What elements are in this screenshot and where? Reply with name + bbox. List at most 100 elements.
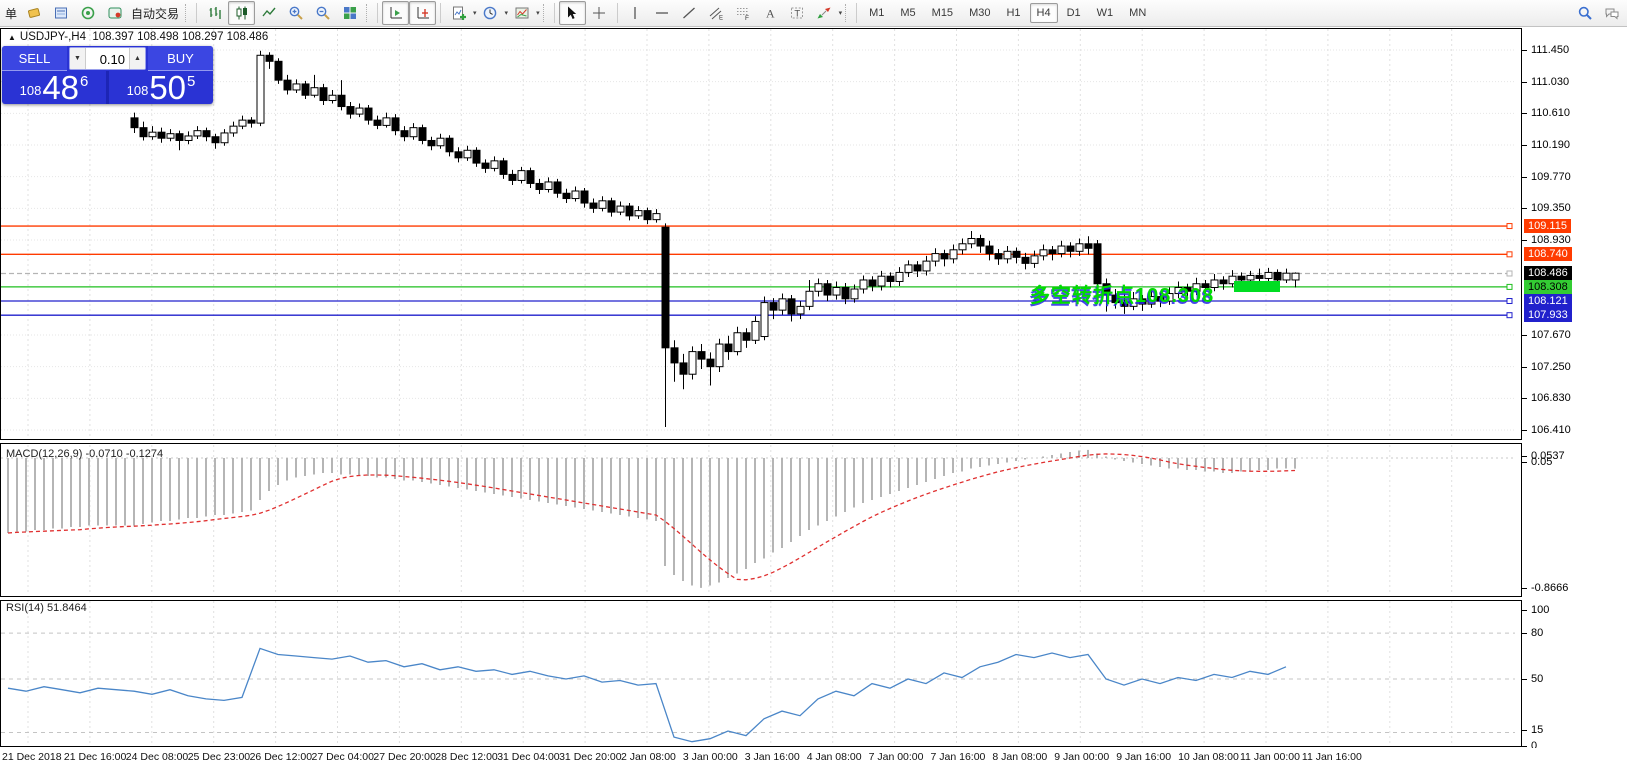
candlestick-chart-icon[interactable] (228, 1, 255, 25)
timeframe-m30[interactable]: M30 (962, 3, 997, 23)
price-chart-canvas[interactable] (1, 29, 1520, 439)
horizontal-line-icon[interactable] (649, 1, 676, 25)
auto-scroll-icon[interactable] (382, 1, 409, 25)
arrows-dropdown-caret[interactable]: ▾ (839, 9, 843, 17)
buy-price[interactable]: 108505 (109, 71, 213, 104)
price-tick-mark (1522, 398, 1527, 399)
price-tick-mark (1522, 145, 1527, 146)
sell-price-big: 48 (42, 74, 79, 101)
price-badge: 108.308 (1524, 280, 1572, 294)
vertical-line-icon[interactable] (622, 1, 649, 25)
price-tick-mark (1522, 367, 1527, 368)
macd-label: MACD(12,26,9) -0.0710 -0.1274 (6, 448, 163, 460)
toolbar-separator (554, 3, 555, 23)
timeframe-h4[interactable]: H4 (1030, 3, 1058, 23)
price-axis[interactable]: 111.450111.030110.610110.190109.770109.3… (1522, 28, 1627, 768)
macd-tick-mark (1522, 462, 1527, 463)
text-icon[interactable]: A (757, 1, 784, 25)
timeframe-mn[interactable]: MN (1122, 3, 1153, 23)
svg-text:F: F (745, 15, 749, 21)
turning-point-annotation[interactable]: 多空转折点108.308 (1030, 279, 1214, 308)
chat-icon[interactable] (1598, 1, 1625, 25)
main-toolbar: 单 自动交易 ▾ ▾ ▾ E F A T ▾ M1M5M15M30H1H4D1W (0, 0, 1627, 27)
time-axis-line (0, 746, 1627, 747)
toolbar-separator (856, 3, 857, 23)
volume-increase-button[interactable]: ▲ (129, 48, 145, 69)
price-tick-label: 106.410 (1531, 424, 1571, 436)
ohlc-bars-icon[interactable] (201, 1, 228, 25)
arrows-icon[interactable] (811, 1, 838, 25)
time-axis-label: 9 Jan 00:00 (1054, 751, 1109, 763)
timeframe-m1[interactable]: M1 (862, 3, 891, 23)
time-axis-label: 11 Jan 16:00 (1302, 751, 1362, 763)
line-chart-icon[interactable] (255, 1, 282, 25)
time-axis-label: 3 Jan 00:00 (683, 751, 738, 763)
price-tick-mark (1522, 113, 1527, 114)
rsi-canvas[interactable] (1, 601, 1520, 745)
zoom-out-icon[interactable] (309, 1, 336, 25)
price-tick-label: 107.670 (1531, 329, 1571, 341)
timeframe-m15[interactable]: M15 (925, 3, 960, 23)
timeframe-m5[interactable]: M5 (893, 3, 922, 23)
time-axis-label: 28 Dec 12:00 (435, 751, 497, 763)
new-order-button[interactable]: 单 (2, 5, 20, 22)
time-axis-label: 25 Dec 23:00 (188, 751, 250, 763)
timeframe-d1[interactable]: D1 (1060, 3, 1088, 23)
sell-price[interactable]: 108486 (2, 71, 106, 104)
price-tick-label: 109.350 (1531, 202, 1571, 214)
trendline-icon[interactable] (676, 1, 703, 25)
time-axis-label: 7 Jan 16:00 (931, 751, 986, 763)
chart-title: ▲USDJPY-,H4 108.397 108.498 108.297 108.… (8, 31, 268, 43)
buy-price-big: 50 (149, 74, 186, 101)
cursor-icon[interactable] (559, 1, 586, 25)
data-window-icon[interactable] (47, 1, 74, 25)
channel-icon[interactable]: E (703, 1, 730, 25)
price-tick-mark (1522, 50, 1527, 51)
rsi-label: RSI(14) 51.8464 (6, 602, 87, 614)
symbol-collapse-icon[interactable]: ▲ (8, 33, 16, 42)
search-icon[interactable] (1571, 1, 1598, 25)
volume-value[interactable]: 0.10 (86, 48, 129, 69)
time-axis-label: 21 Dec 2018 (2, 751, 62, 763)
macd-tick-mark (1522, 588, 1527, 589)
market-watch-icon[interactable] (20, 1, 47, 25)
price-tick-label: 107.250 (1531, 361, 1571, 373)
price-tick-label: 110.190 (1531, 139, 1570, 151)
zoom-in-icon[interactable] (282, 1, 309, 25)
time-axis[interactable]: 21 Dec 201821 Dec 16:0024 Dec 08:0025 De… (0, 748, 1627, 768)
autotrading-icon[interactable] (101, 1, 128, 25)
templates-dropdown-caret[interactable]: ▾ (536, 9, 540, 17)
label-icon[interactable]: T (784, 1, 811, 25)
toolbar-grip (845, 4, 849, 22)
volume-stepper: ▼ 0.10 ▲ (69, 47, 146, 70)
tile-windows-icon[interactable] (336, 1, 363, 25)
rsi-tick-mark (1522, 610, 1527, 611)
price-badge: 108.121 (1524, 294, 1572, 308)
volume-decrease-button[interactable]: ▼ (70, 48, 86, 69)
pane-separator[interactable] (0, 439, 1627, 444)
sell-button[interactable]: SELL (2, 46, 67, 71)
buy-price-base: 108 (127, 83, 149, 98)
toolbar-grip (543, 4, 547, 22)
timeframe-w1[interactable]: W1 (1090, 3, 1121, 23)
macd-axis-label: 0.05 (1531, 456, 1552, 468)
price-tick-label: 106.830 (1531, 392, 1571, 404)
buy-button[interactable]: BUY (148, 46, 213, 71)
periods-icon[interactable] (477, 1, 504, 25)
signals-icon[interactable] (74, 1, 101, 25)
price-tick-mark (1522, 82, 1527, 83)
green-rectangle-object[interactable] (1234, 281, 1280, 292)
templates-icon[interactable] (508, 1, 535, 25)
timeframe-h1[interactable]: H1 (999, 3, 1027, 23)
time-axis-label: 31 Dec 04:00 (497, 751, 559, 763)
indicators-icon[interactable] (445, 1, 472, 25)
rsi-axis-label: 80 (1531, 627, 1543, 639)
time-axis-label: 8 Jan 08:00 (992, 751, 1047, 763)
chart-shift-icon[interactable] (409, 1, 436, 25)
price-badge: 108.486 (1524, 266, 1572, 280)
macd-canvas[interactable] (1, 445, 1520, 595)
fibonacci-icon[interactable]: F (730, 1, 757, 25)
svg-text:A: A (766, 7, 775, 21)
crosshair-icon[interactable] (586, 1, 613, 25)
autotrading-button[interactable]: 自动交易 (128, 5, 182, 22)
